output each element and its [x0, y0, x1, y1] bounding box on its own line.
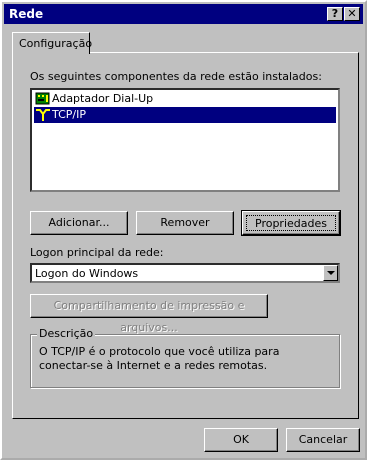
logon-select[interactable]: Logon do Windows: [30, 263, 340, 283]
help-button[interactable]: ?: [327, 7, 343, 21]
list-item-label: Adaptador Dial-Up: [52, 92, 154, 105]
description-group: Descrição O TCP/IP é o protocolo que voc…: [30, 327, 340, 388]
tab-configuracao[interactable]: Configuração: [12, 32, 93, 54]
components-heading: Os seguintes componentes da rede estão i…: [30, 70, 322, 83]
description-text: O TCP/IP é o protocolo que você utiliza …: [39, 345, 280, 372]
ok-button[interactable]: OK: [204, 428, 278, 452]
window-title: Rede: [9, 7, 44, 21]
list-item-label: TCP/IP: [52, 108, 86, 121]
logon-label: Logon principal da rede:: [30, 246, 164, 259]
tab-label: Configuração: [19, 37, 93, 50]
title-bar[interactable]: Rede ? ✕: [4, 4, 363, 24]
cancel-button[interactable]: Cancelar: [286, 428, 360, 452]
remove-button[interactable]: Remover: [136, 211, 234, 235]
logon-select-value: Logon do Windows: [35, 267, 139, 280]
add-button[interactable]: Adicionar...: [30, 211, 128, 235]
close-button[interactable]: ✕: [344, 7, 360, 21]
network-adapter-icon: [35, 92, 51, 106]
list-item-tcpip[interactable]: TCP/IP: [34, 107, 336, 123]
properties-button-label: Propriedades: [246, 215, 336, 231]
protocol-icon: [35, 108, 51, 122]
network-dialog: Rede ? ✕ Configuração Os seguintes compo…: [0, 0, 367, 460]
list-item-dialup-adapter[interactable]: Adaptador Dial-Up: [34, 91, 336, 107]
properties-button[interactable]: Propriedades: [241, 210, 341, 236]
chevron-down-icon[interactable]: [323, 265, 338, 281]
file-print-sharing-button: Compartilhamento de impressão e arquivos…: [30, 294, 268, 334]
components-list[interactable]: Adaptador Dial-Up TCP/IP: [30, 88, 340, 192]
description-legend: Descrição: [37, 327, 96, 340]
